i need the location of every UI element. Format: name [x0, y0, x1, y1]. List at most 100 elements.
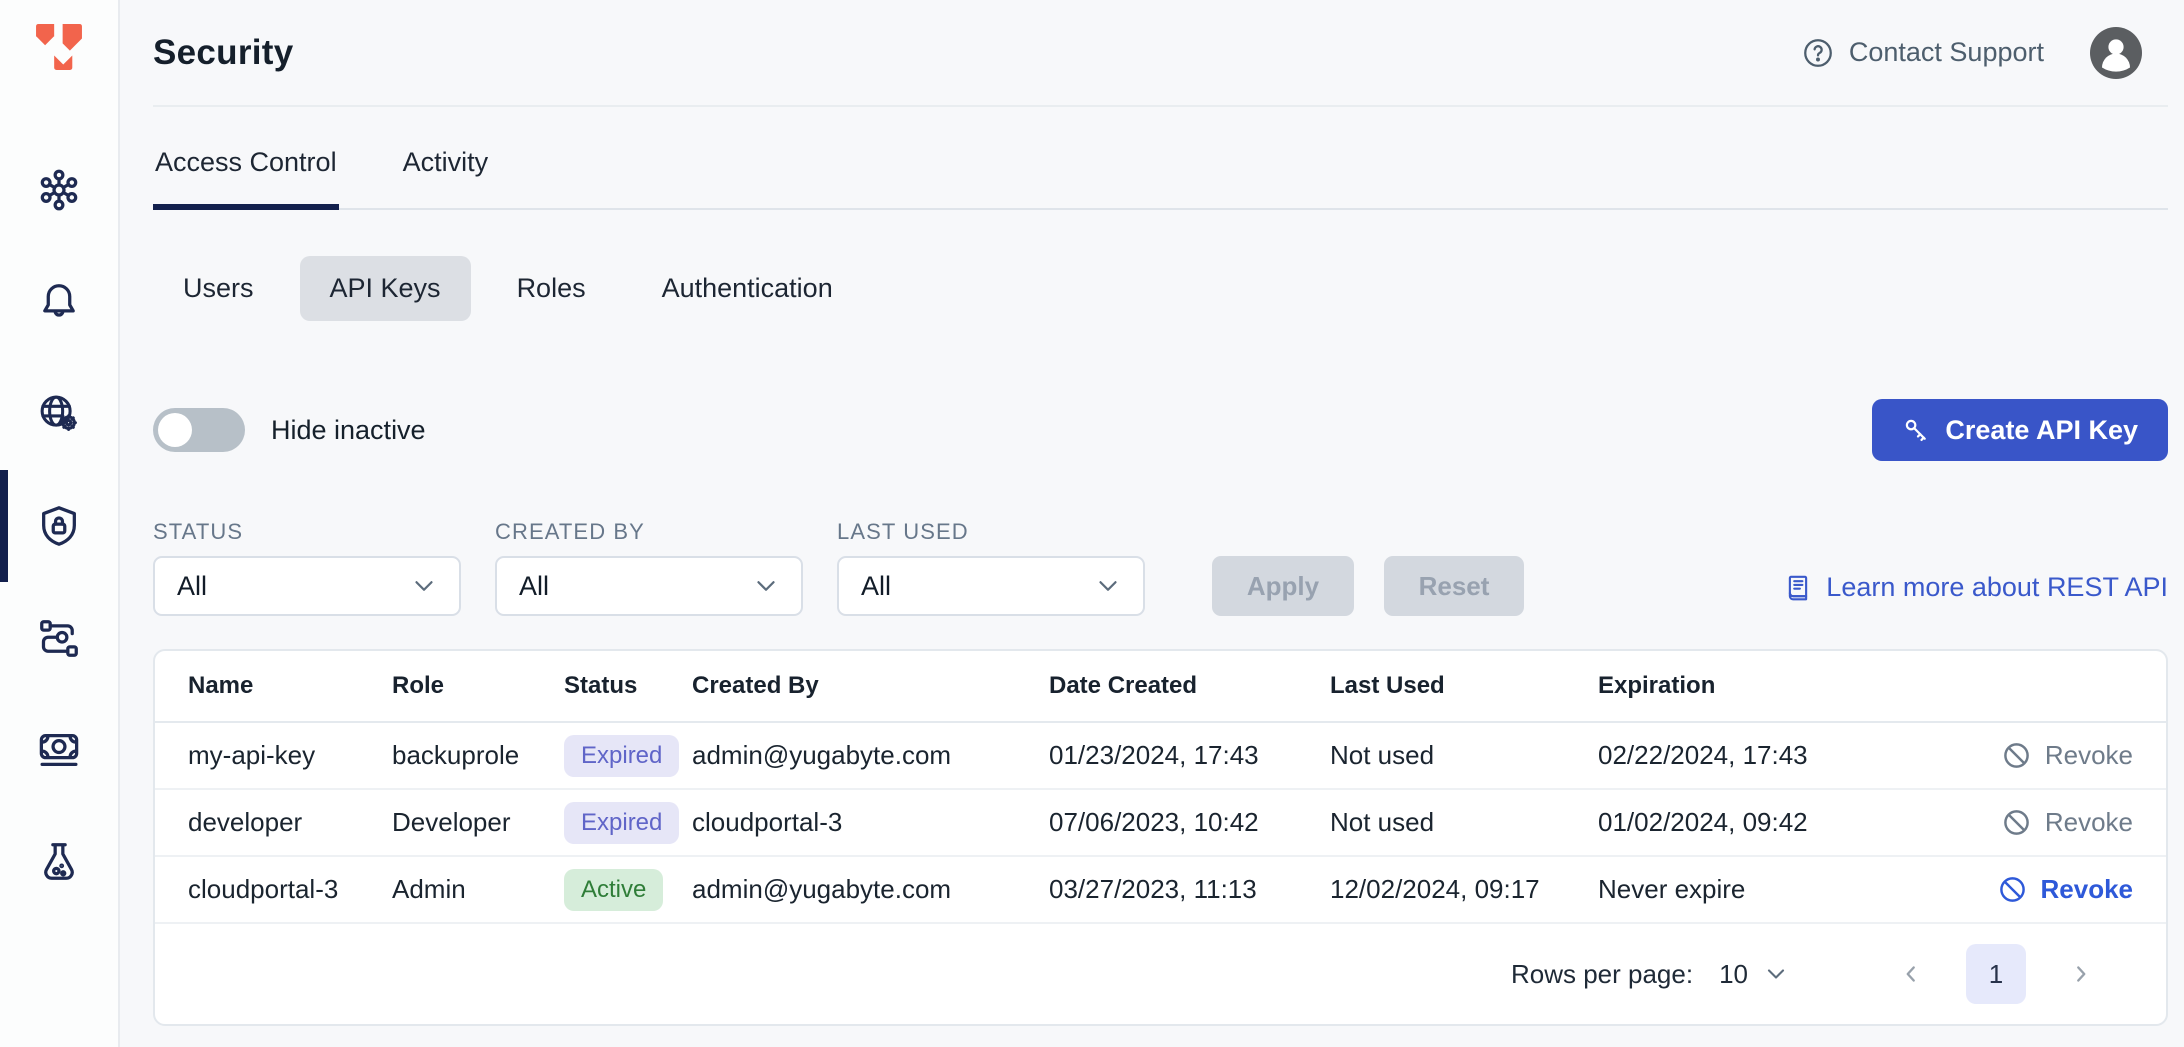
revoke-ban-icon	[2001, 807, 2032, 838]
revoke-ban-icon	[1997, 874, 2028, 905]
reset-button[interactable]: Reset	[1384, 556, 1524, 616]
cell-date-created: 01/23/2024, 17:43	[1049, 740, 1330, 771]
subtab-bar: Users API Keys Roles Authentication	[153, 256, 2168, 321]
help-circle-icon	[1801, 36, 1835, 70]
cell-status: Expired	[564, 802, 679, 844]
current-page-button[interactable]: 1	[1966, 944, 2026, 1004]
filter-created-by: CREATED BY All	[495, 519, 803, 616]
cell-expiration: 01/02/2024, 09:42	[1598, 807, 1920, 838]
cell-last-used: 12/02/2024, 09:17	[1330, 874, 1598, 905]
filter-status: STATUS All	[153, 519, 461, 616]
sidebar-item-security[interactable]	[0, 470, 118, 582]
col-role: Role	[392, 672, 564, 700]
toggle-knob	[158, 413, 192, 447]
subtab-authentication[interactable]: Authentication	[632, 256, 863, 321]
chevron-right-icon	[2068, 961, 2094, 987]
hide-inactive-toggle[interactable]	[153, 408, 245, 452]
rows-per-page-label: Rows per page:	[1511, 959, 1693, 990]
billing-icon	[36, 727, 82, 773]
subtab-roles[interactable]: Roles	[487, 256, 616, 321]
revoke-button[interactable]: Revoke	[1920, 740, 2133, 771]
yugabyte-logo-icon[interactable]	[30, 18, 88, 76]
table-row: my-api-key backuprole Expired admin@yuga…	[155, 723, 2166, 790]
sidebar-item-alerts[interactable]	[0, 246, 118, 358]
cell-role: Developer	[392, 807, 564, 838]
col-expiration: Expiration	[1598, 672, 1920, 700]
col-status: Status	[564, 672, 692, 700]
last-used-filter-select[interactable]: All	[837, 556, 1145, 616]
cell-name: cloudportal-3	[188, 874, 392, 905]
shield-lock-icon	[36, 503, 82, 549]
sidebar-item-integrations[interactable]	[0, 582, 118, 694]
tab-access-control[interactable]: Access Control	[153, 147, 339, 208]
revoke-label: Revoke	[2045, 740, 2133, 771]
cell-status: Active	[564, 869, 663, 911]
flask-icon	[36, 839, 82, 885]
cell-role: backuprole	[392, 740, 564, 771]
col-date-created: Date Created	[1049, 672, 1330, 700]
cell-created-by: admin@yugabyte.com	[692, 874, 1049, 905]
filters-row: STATUS All CREATED BY All LAST USED All	[153, 519, 2168, 616]
status-badge: Active	[564, 869, 663, 911]
create-api-key-label: Create API Key	[1945, 415, 2138, 446]
create-api-key-button[interactable]: Create API Key	[1872, 399, 2168, 461]
cell-date-created: 03/27/2023, 11:13	[1049, 874, 1330, 905]
contact-support-link[interactable]: Contact Support	[1801, 36, 2044, 70]
cell-last-used: Not used	[1330, 807, 1598, 838]
cell-created-by: admin@yugabyte.com	[692, 740, 1049, 771]
tab-activity[interactable]: Activity	[401, 147, 491, 208]
status-filter-label: STATUS	[153, 519, 461, 545]
topbar-right: Contact Support	[1801, 27, 2168, 79]
cell-expiration: 02/22/2024, 17:43	[1598, 740, 1920, 771]
status-filter-value: All	[177, 571, 207, 602]
apply-button[interactable]: Apply	[1212, 556, 1354, 616]
sidebar	[0, 0, 120, 1047]
cell-date-created: 07/06/2023, 10:42	[1049, 807, 1330, 838]
cell-name: my-api-key	[188, 740, 392, 771]
prev-page-button[interactable]	[1898, 961, 1924, 987]
table-header-row: Name Role Status Created By Date Created…	[155, 651, 2166, 723]
doc-icon	[1783, 573, 1813, 603]
page-nav: 1	[1898, 944, 2094, 1004]
revoke-label: Revoke	[2041, 874, 2134, 905]
sidebar-item-network-settings[interactable]	[0, 358, 118, 470]
app: Security Contact Support Acce	[0, 0, 2184, 1047]
pagination: Rows per page: 10 1	[155, 924, 2166, 1024]
sidebar-item-clusters[interactable]	[0, 134, 118, 246]
revoke-button[interactable]: Revoke	[1920, 874, 2133, 905]
col-created-by: Created By	[692, 672, 1049, 700]
user-avatar[interactable]	[2090, 27, 2142, 79]
sidebar-item-labs[interactable]	[0, 806, 118, 918]
sidebar-item-billing[interactable]	[0, 694, 118, 806]
main-content: Security Contact Support Acce	[120, 0, 2184, 1047]
next-page-button[interactable]	[2068, 961, 2094, 987]
page-title: Security	[153, 33, 294, 73]
key-icon	[1902, 416, 1930, 444]
created-by-filter-select[interactable]: All	[495, 556, 803, 616]
integrations-icon	[36, 615, 82, 661]
subtab-api-keys[interactable]: API Keys	[300, 256, 471, 321]
col-name: Name	[188, 672, 392, 700]
learn-more-link[interactable]: Learn more about REST API	[1783, 572, 2168, 616]
subtab-users[interactable]: Users	[153, 256, 284, 321]
revoke-ban-icon	[2001, 740, 2032, 771]
api-keys-table-card: Name Role Status Created By Date Created…	[153, 649, 2168, 1026]
chevron-left-icon	[1898, 961, 1924, 987]
status-filter-select[interactable]: All	[153, 556, 461, 616]
cell-last-used: Not used	[1330, 740, 1598, 771]
cell-expiration: Never expire	[1598, 874, 1920, 905]
clusters-icon	[36, 167, 82, 213]
chevron-down-icon	[1762, 960, 1790, 988]
sidebar-nav	[0, 134, 118, 918]
revoke-button[interactable]: Revoke	[1920, 807, 2133, 838]
cell-name: developer	[188, 807, 392, 838]
filter-last-used: LAST USED All	[837, 519, 1145, 616]
rows-per-page-select[interactable]: 10	[1719, 959, 1790, 990]
revoke-label: Revoke	[2045, 807, 2133, 838]
table-row: cloudportal-3 Admin Active admin@yugabyt…	[155, 857, 2166, 924]
cell-created-by: cloudportal-3	[692, 807, 1049, 838]
learn-more-label: Learn more about REST API	[1826, 572, 2168, 603]
status-badge: Expired	[564, 802, 679, 844]
chevron-down-icon	[1093, 571, 1123, 601]
last-used-filter-value: All	[861, 571, 891, 602]
